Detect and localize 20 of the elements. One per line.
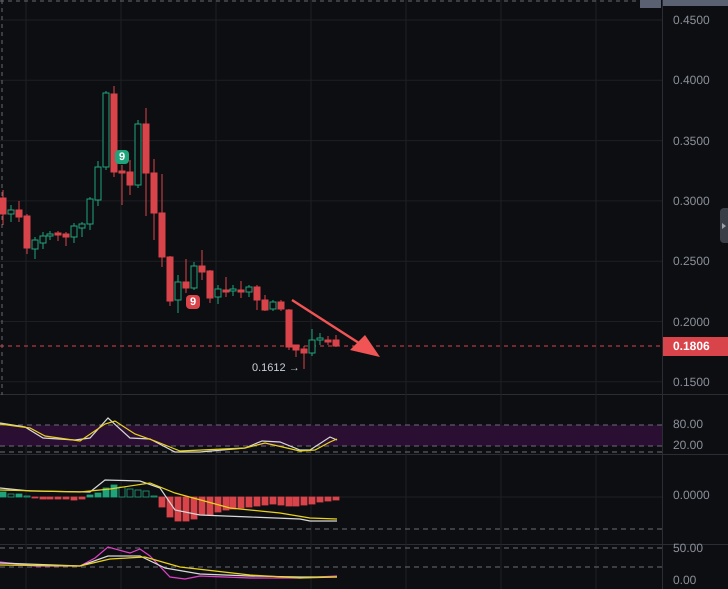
axis-label: 0.2000 xyxy=(673,314,710,328)
count-marker: 9 xyxy=(115,150,129,164)
current-price-badge: 0.1806 xyxy=(663,337,728,356)
axis-label: 0.4000 xyxy=(673,73,710,88)
caret-icon xyxy=(722,222,726,228)
scroll-handle[interactable] xyxy=(720,208,728,243)
axis-label: 0.3500 xyxy=(673,134,710,148)
count-marker: 9 xyxy=(186,295,200,309)
axis-label: 80.00 xyxy=(673,417,704,431)
axis-label: 20.00 xyxy=(673,438,704,452)
axis-label: 0.1500 xyxy=(673,374,710,389)
axis-label-background xyxy=(663,0,728,6)
axis-label: 0.0000 xyxy=(673,488,710,502)
axis-label: 0.3000 xyxy=(673,194,710,208)
axis-label: 0.00 xyxy=(673,573,696,587)
axis-label: 0.4500 xyxy=(673,13,710,27)
arrow-icon xyxy=(291,298,380,357)
axis-label: 50.00 xyxy=(673,541,704,555)
axis-label: 0.2500 xyxy=(673,254,710,268)
low-price-label: 0.1612 → xyxy=(252,361,300,375)
